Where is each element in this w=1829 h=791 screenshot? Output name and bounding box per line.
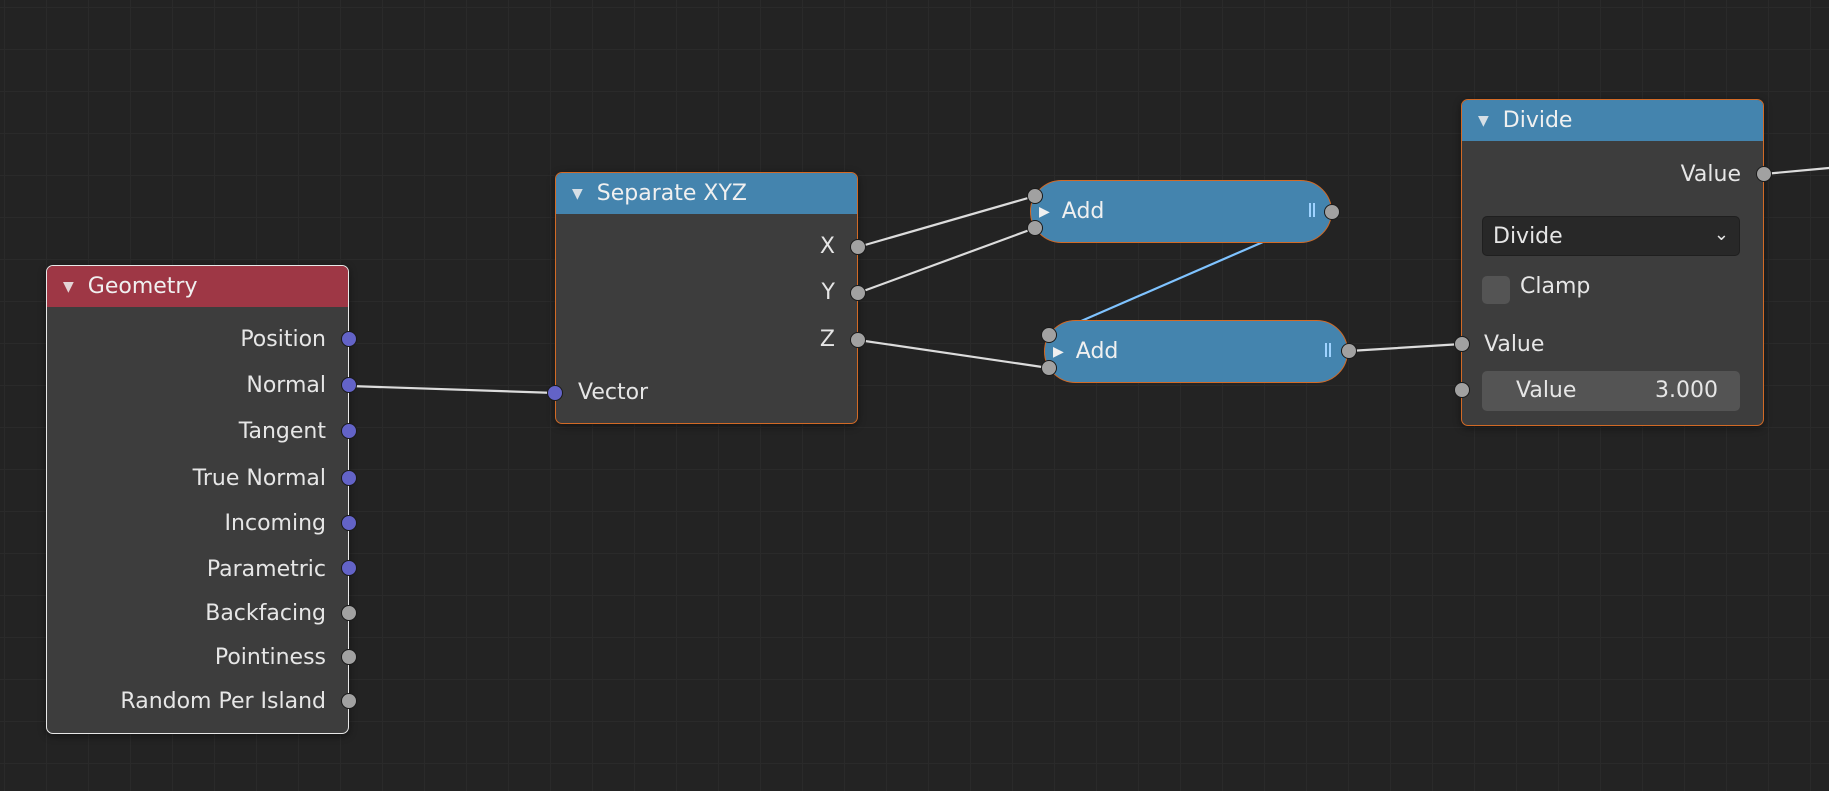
separate-xyz-node-header[interactable]: ▼ Separate XYZ [556, 173, 857, 214]
geometry-node-title: Geometry [87, 274, 198, 299]
output-tangent-label: Tangent [238, 419, 326, 444]
input-vector-label: Vector [578, 380, 649, 405]
value-field-label: Value [1516, 378, 1577, 403]
output-incoming-label: Incoming [224, 511, 326, 536]
add-node-bottom-title: Add [1075, 339, 1119, 364]
output-true-normal-label: True Normal [192, 466, 326, 491]
geometry-backfacing-socket[interactable] [341, 605, 357, 621]
output-z-label: Z [819, 327, 835, 352]
operation-dropdown[interactable]: Divide ⌄ [1482, 216, 1740, 256]
wire-x-to-add-top[interactable] [856, 194, 1037, 249]
add-bottom-input-2-socket[interactable] [1041, 360, 1057, 376]
add-bottom-input-1-socket[interactable] [1041, 327, 1057, 343]
value-number-field[interactable]: Value 3.000 [1482, 371, 1740, 411]
geometry-position-socket[interactable] [341, 331, 357, 347]
geometry-normal-socket[interactable] [341, 377, 357, 393]
geometry-true-normal-socket[interactable] [341, 470, 357, 486]
wire-add-bottom-to-divide[interactable] [1347, 342, 1464, 353]
output-position-label: Position [240, 327, 326, 352]
output-y-label: Y [821, 280, 835, 305]
output-backfacing-label: Backfacing [205, 601, 326, 626]
separate-xyz-z-socket[interactable] [850, 332, 866, 348]
geometry-random-per-island-socket[interactable] [341, 693, 357, 709]
expand-triangle-icon[interactable]: ▶ [1039, 204, 1050, 220]
clamp-checkbox[interactable] [1482, 276, 1510, 304]
add-node-bottom[interactable]: ▶ Add [1044, 320, 1348, 383]
wire-y-to-add-top[interactable] [856, 226, 1037, 295]
add-top-input-2-socket[interactable] [1027, 220, 1043, 236]
output-pointiness-label: Pointiness [214, 645, 326, 670]
divide-value2-input-socket[interactable] [1454, 382, 1470, 398]
output-normal-label: Normal [246, 373, 326, 398]
add-bottom-output-socket[interactable] [1341, 343, 1357, 359]
wire-divide-output[interactable] [1762, 166, 1829, 176]
output-value-label: Value [1680, 162, 1741, 187]
input-value-label: Value [1484, 332, 1545, 357]
add-top-output-socket[interactable] [1324, 204, 1340, 220]
clamp-label[interactable]: Clamp [1520, 274, 1590, 299]
divide-node-title: Divide [1502, 108, 1573, 133]
operation-dropdown-value: Divide [1493, 223, 1563, 249]
geometry-pointiness-socket[interactable] [341, 649, 357, 665]
geometry-parametric-socket[interactable] [341, 560, 357, 576]
divide-node-header[interactable]: ▼ Divide [1462, 100, 1763, 141]
output-parametric-label: Parametric [206, 557, 326, 582]
wire-z-to-add-bottom[interactable] [856, 338, 1051, 370]
add-node-top[interactable]: ▶ Add [1030, 180, 1332, 243]
separate-xyz-x-socket[interactable] [850, 239, 866, 255]
divide-output-socket[interactable] [1756, 166, 1772, 182]
chevron-down-icon: ⌄ [1713, 224, 1729, 245]
hidden-sockets-icon [1325, 343, 1331, 357]
collapse-triangle-icon[interactable]: ▼ [1478, 113, 1489, 129]
separate-xyz-y-socket[interactable] [850, 285, 866, 301]
separate-xyz-node-title: Separate XYZ [596, 181, 747, 206]
value-field-value: 3.000 [1655, 378, 1718, 403]
hidden-sockets-icon [1309, 203, 1315, 217]
collapse-triangle-icon[interactable]: ▼ [63, 279, 74, 295]
collapse-triangle-icon[interactable]: ▼ [572, 186, 583, 202]
geometry-incoming-socket[interactable] [341, 515, 357, 531]
add-node-top-title: Add [1061, 199, 1105, 224]
output-random-per-island-label: Random Per Island [120, 689, 326, 714]
wire-normal-to-vector[interactable] [348, 384, 558, 395]
geometry-node-header[interactable]: ▼ Geometry [47, 266, 348, 307]
add-top-input-1-socket[interactable] [1027, 188, 1043, 204]
divide-value-input-socket[interactable] [1454, 336, 1470, 352]
geometry-node[interactable]: ▼ Geometry Position Normal Tangent True … [46, 265, 349, 734]
separate-xyz-vector-input-socket[interactable] [547, 385, 563, 401]
expand-triangle-icon[interactable]: ▶ [1053, 344, 1064, 360]
output-x-label: X [819, 234, 835, 259]
separate-xyz-node[interactable]: ▼ Separate XYZ X Y Z Vector [555, 172, 858, 424]
divide-node[interactable]: ▼ Divide Value Divide ⌄ Clamp Value Valu… [1461, 99, 1764, 426]
geometry-tangent-socket[interactable] [341, 423, 357, 439]
